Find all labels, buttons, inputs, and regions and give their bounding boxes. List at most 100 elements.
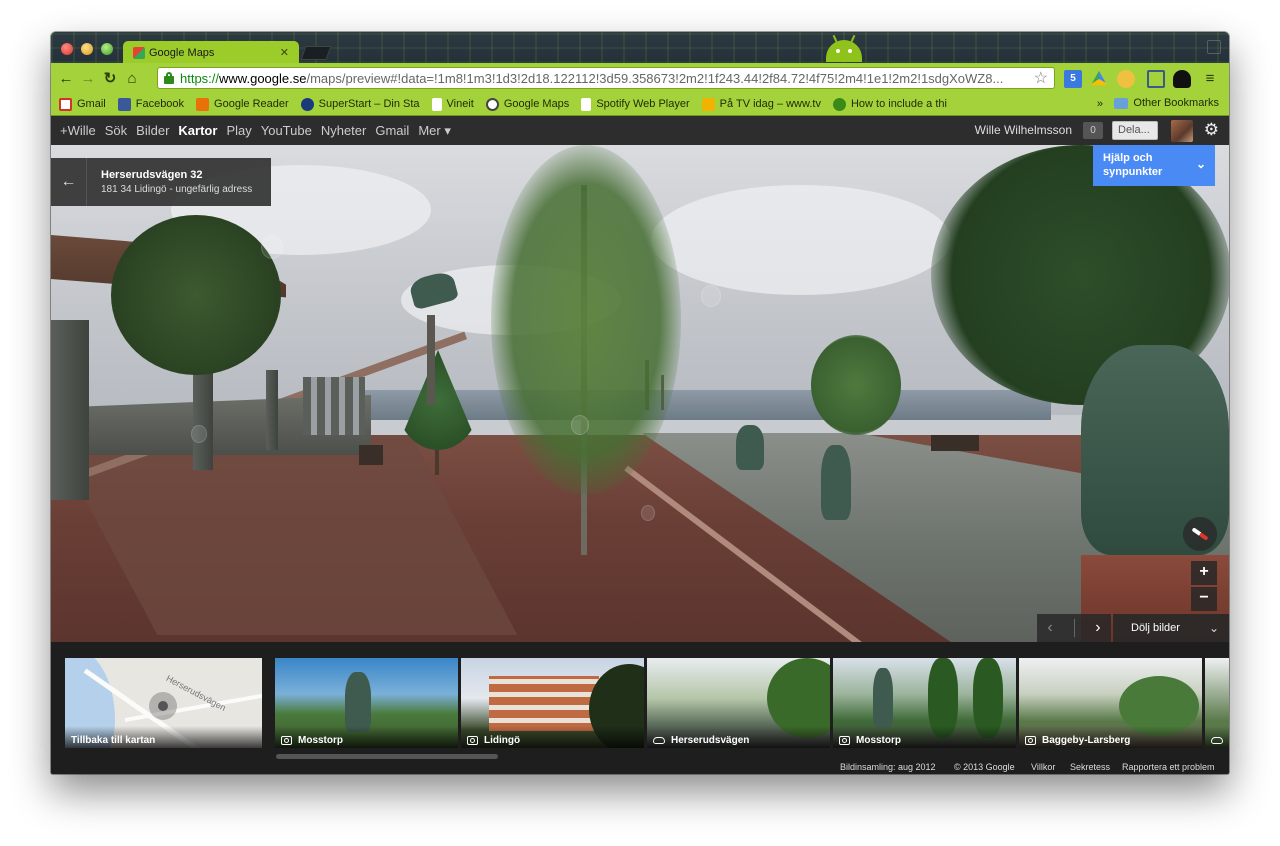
bookmark-pa-tv-idag[interactable]: På TV idag – www.tv <box>701 97 821 111</box>
share-button[interactable]: Dela... <box>1112 121 1158 140</box>
google-bar: +Wille Sök Bilder Kartor Play YouTube Ny… <box>51 116 1229 145</box>
photo-thumbnail-mosstorp-2[interactable]: Mosstorp <box>833 658 1016 748</box>
street-view-panorama[interactable]: ← Herserudsvägen 32 181 34 Lidingö - ung… <box>51 145 1229 642</box>
gbar-link-nyheter[interactable]: Nyheter <box>321 123 367 138</box>
photo-filmstrip: Herserudsvägen Tillbaka till kartan Moss… <box>51 642 1229 774</box>
bookmark-star-icon[interactable]: ☆ <box>1034 68 1048 88</box>
gbar-link-kartor[interactable]: Kartor <box>178 123 217 138</box>
back-arrow-icon[interactable]: ← <box>55 70 77 87</box>
tab-close-icon[interactable]: ✕ <box>280 46 289 59</box>
panorama-thumbnail-herserudsvagen[interactable]: Herserudsvägen <box>647 658 830 748</box>
reload-icon[interactable]: ↻ <box>99 69 121 87</box>
tab-google-maps[interactable]: Google Maps ✕ <box>123 41 299 64</box>
capture-date: Bildinsamling: aug 2012 <box>840 762 936 772</box>
bookmark-google-reader[interactable]: Google Reader <box>196 97 289 111</box>
gbar-link-bilder[interactable]: Bilder <box>136 123 169 138</box>
chevron-down-icon: ⌄ <box>1195 157 1206 171</box>
camera-icon <box>281 735 292 745</box>
camera-icon <box>1025 735 1036 745</box>
home-icon[interactable]: ⌂ <box>121 70 143 87</box>
bookmark-how-to-include[interactable]: How to include a thi <box>832 97 947 111</box>
zoom-out-button[interactable]: − <box>1191 587 1217 611</box>
extension-face-icon[interactable] <box>1117 70 1135 88</box>
report-problem-link[interactable]: Rapportera ett problem <box>1122 762 1215 772</box>
other-bookmarks[interactable]: Other Bookmarks <box>1114 97 1219 109</box>
superstart-icon <box>300 97 314 111</box>
filmstrip-scrollbar[interactable] <box>276 754 498 759</box>
bookmark-vineit[interactable]: Vineit <box>431 97 474 111</box>
address-subtitle: 181 34 Lidingö - ungefärlig adress <box>101 184 253 195</box>
privacy-link[interactable]: Sekretess <box>1070 762 1110 772</box>
lock-icon <box>164 72 174 84</box>
double-chevron-down-icon: ⌄ <box>1208 621 1219 635</box>
back-to-map-thumbnail[interactable]: Herserudsvägen Tillbaka till kartan <box>65 658 262 748</box>
photo-thumbnail-lidingo[interactable]: Lidingö <box>461 658 644 748</box>
back-arrow-icon[interactable]: ← <box>51 158 87 206</box>
gear-icon[interactable]: ⚙ <box>1204 120 1219 140</box>
bookmark-gmail[interactable]: Gmail <box>59 97 106 111</box>
gbar-link-plus-wille[interactable]: +Wille <box>60 123 96 138</box>
gbar-link-youtube[interactable]: YouTube <box>261 123 312 138</box>
terms-link[interactable]: Villkor <box>1031 762 1055 772</box>
user-name[interactable]: Wille Wilhelmsson <box>975 123 1072 137</box>
folder-icon <box>1114 97 1129 109</box>
bookmark-facebook[interactable]: Facebook <box>117 97 184 111</box>
bookmark-google-maps[interactable]: Google Maps <box>485 97 569 111</box>
copyright: © 2013 Google <box>954 762 1015 772</box>
bookmark-superstart[interactable]: SuperStart – Din Sta <box>300 97 420 111</box>
extension-badge-icon[interactable]: 5 <box>1064 70 1082 88</box>
panorama-icon <box>653 736 665 744</box>
tab-title: Google Maps <box>149 46 215 59</box>
map-footer: Bildinsamling: aug 2012 © 2013 Google Vi… <box>51 760 1229 774</box>
zoom-in-button[interactable]: + <box>1191 561 1217 585</box>
tv-icon <box>701 97 715 111</box>
mail-icon[interactable] <box>1147 70 1165 88</box>
tree-icon <box>832 97 846 111</box>
tab-bar: Google Maps ✕ <box>51 32 1229 64</box>
panorama-icon <box>1211 736 1223 744</box>
image-nav: ‹ › <box>1037 614 1111 642</box>
close-window-button[interactable] <box>61 43 73 55</box>
rss-icon <box>196 97 210 111</box>
next-chevron-icon[interactable]: › <box>1095 619 1100 637</box>
panorama-thumbnail-partial[interactable] <box>1205 658 1229 748</box>
compass-icon[interactable] <box>1183 517 1217 551</box>
hide-images-button[interactable]: Dölj bilder ⌄ <box>1113 614 1229 642</box>
pegman-icon <box>149 692 177 720</box>
gmail-icon <box>59 97 72 111</box>
menu-icon[interactable]: ≡ <box>1201 70 1219 88</box>
address-title: Herserudsvägen 32 <box>101 169 203 181</box>
photo-thumbnail-mosstorp[interactable]: Mosstorp <box>275 658 458 748</box>
new-tab-button[interactable] <box>300 46 332 60</box>
gbar-link-play[interactable]: Play <box>226 123 251 138</box>
google-maps-favicon-icon <box>133 46 145 59</box>
camera-icon <box>839 735 850 745</box>
avatar[interactable] <box>1171 120 1193 142</box>
thumbnail-caption: Tillbaka till kartan <box>65 726 262 748</box>
minimize-window-button[interactable] <box>81 43 93 55</box>
bookmark-spotify[interactable]: Spotify Web Player <box>581 97 690 111</box>
browser-window: Google Maps ✕ ← → ↻ ⌂ https:// www.googl… <box>51 32 1229 774</box>
bookmarks-more-chevron-icon[interactable]: » <box>1097 98 1103 110</box>
zoom-window-button[interactable] <box>101 43 113 55</box>
extension-silhouette-icon[interactable] <box>1173 70 1191 88</box>
camera-icon <box>467 735 478 745</box>
android-theme-logo-icon <box>817 34 871 63</box>
address-card: ← Herserudsvägen 32 181 34 Lidingö - ung… <box>51 158 271 206</box>
gbar-link-sok[interactable]: Sök <box>105 123 127 138</box>
notification-count[interactable]: 0 <box>1083 122 1103 139</box>
facebook-icon <box>117 97 131 111</box>
bookmarks-bar: Gmail Facebook Google Reader SuperStart … <box>51 93 1229 116</box>
fullscreen-icon[interactable] <box>1207 40 1221 54</box>
address-bar[interactable]: https:// www.google.se /maps/preview#!da… <box>157 67 1055 89</box>
page-icon <box>581 97 592 111</box>
gbar-link-mer[interactable]: Mer ▾ <box>418 123 451 139</box>
help-feedback-button[interactable]: Hjälp och synpunkter ⌄ <box>1093 145 1215 186</box>
previous-chevron-icon[interactable]: ‹ <box>1047 619 1052 637</box>
photo-thumbnail-baggeby-larsberg[interactable]: Baggeby-Larsberg <box>1019 658 1202 748</box>
page-icon <box>431 97 442 111</box>
maps-icon <box>485 97 499 111</box>
forward-arrow-icon[interactable]: → <box>77 70 99 87</box>
browser-toolbar: ← → ↻ ⌂ https:// www.google.se /maps/pre… <box>51 63 1229 93</box>
gbar-link-gmail[interactable]: Gmail <box>375 123 409 138</box>
